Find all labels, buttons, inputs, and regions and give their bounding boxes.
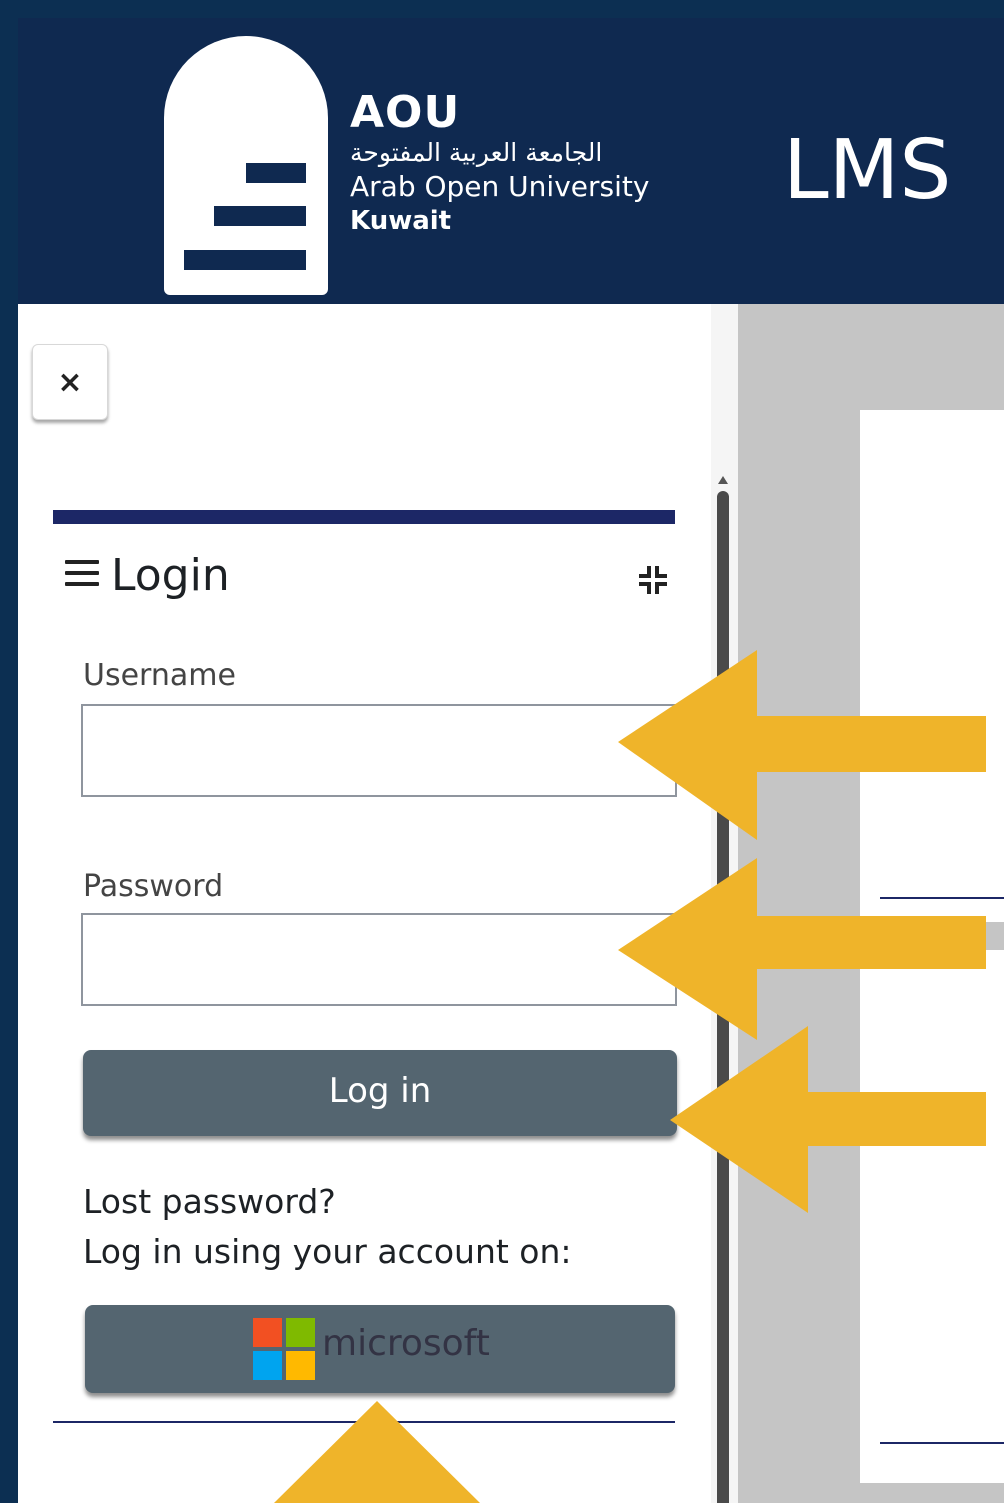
- arrow-to-username: [618, 650, 986, 840]
- annotation-arrows: [274, 650, 986, 1503]
- arrow-to-password: [618, 858, 986, 1040]
- arrow-to-microsoft: [274, 1401, 480, 1503]
- page-frame: AOU الجامعة العربية المفتوحة Arab Open U…: [18, 18, 1004, 1503]
- arrow-to-login: [670, 1026, 986, 1213]
